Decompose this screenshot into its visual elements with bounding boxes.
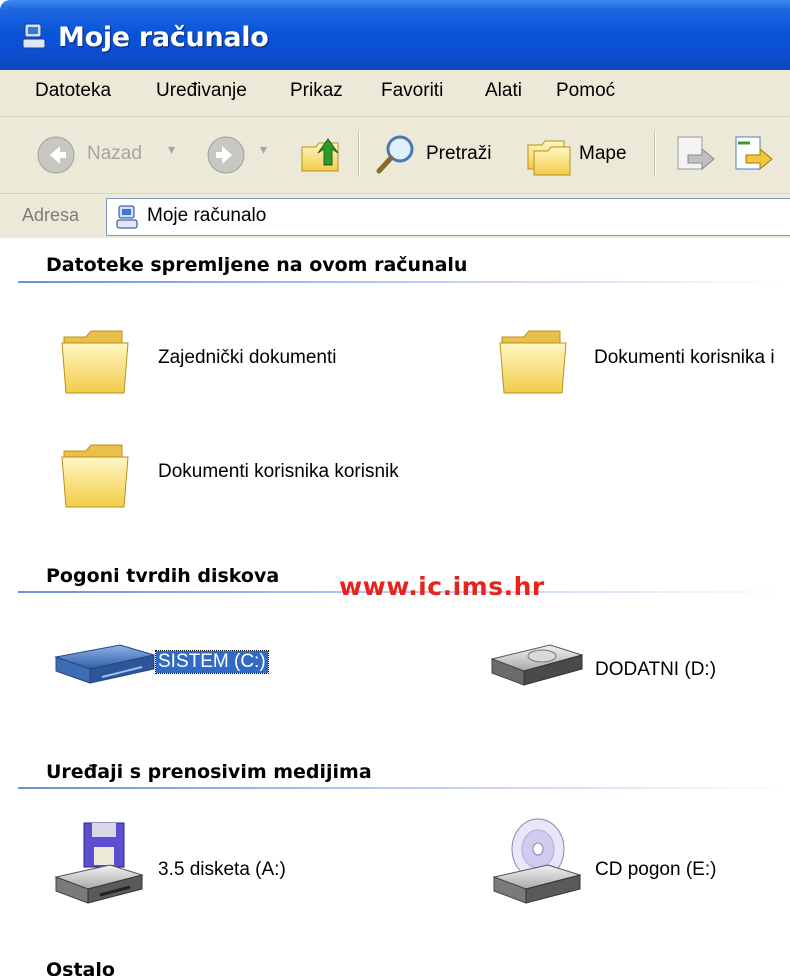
address-bar: Adresa Moje računalo <box>0 194 790 238</box>
group-header-removable: Uređaji s prenosivim medijima <box>46 761 372 783</box>
group-header-hard-drives: Pogoni tvrdih diskova <box>46 565 280 587</box>
menu-edit[interactable]: Uređivanje <box>156 80 247 102</box>
menu-bar: Datoteka Uređivanje Prikaz Favoriti Alat… <box>0 70 790 117</box>
title-bar[interactable]: Moje računalo <box>0 0 790 70</box>
folder-icon[interactable] <box>58 323 134 399</box>
back-arrow-icon[interactable] <box>36 135 76 175</box>
floppy-drive-icon[interactable] <box>50 819 146 909</box>
folder-icon[interactable] <box>496 323 572 399</box>
folder-icon[interactable] <box>58 437 134 513</box>
forward-arrow-icon[interactable] <box>206 135 246 175</box>
toolbar: Nazad ▾ ▾ Pretraži Mape <box>0 117 790 194</box>
menu-view[interactable]: Prikaz <box>290 80 343 102</box>
search-button-label[interactable]: Pretraži <box>426 143 491 165</box>
address-value: Moje računalo <box>147 205 267 226</box>
menu-help[interactable]: Pomoć <box>556 80 615 102</box>
copy-to-icon[interactable] <box>732 133 778 177</box>
window-title: Moje računalo <box>58 22 269 53</box>
folder-user-documents[interactable]: Dokumenti korisnika i <box>594 347 775 369</box>
folder-korisnik-documents[interactable]: Dokumenti korisnika korisnik <box>158 461 399 483</box>
search-icon[interactable] <box>374 131 420 177</box>
drive-cd-e[interactable]: CD pogon (E:) <box>595 859 716 881</box>
move-to-icon[interactable] <box>674 133 716 177</box>
explorer-window: Moje računalo Datoteka Uređivanje Prikaz… <box>0 0 790 976</box>
drive-sistem-c[interactable]: SISTEM (C:) <box>155 650 269 674</box>
toolbar-separator <box>358 131 360 177</box>
group-divider <box>18 281 790 283</box>
cd-drive-icon[interactable] <box>488 815 584 909</box>
watermark-text: www.ic.ims.hr <box>339 572 545 601</box>
hard-drive-icon[interactable] <box>50 637 158 691</box>
group-header-other: Ostalo <box>46 959 115 976</box>
my-computer-icon <box>116 205 138 229</box>
address-label: Adresa <box>22 205 80 225</box>
back-button-label[interactable]: Nazad <box>87 143 142 165</box>
group-header-files: Datoteke spremljene na ovom računalu <box>46 254 468 276</box>
folder-up-icon[interactable] <box>298 131 344 177</box>
content-pane: Datoteke spremljene na ovom računalu Zaj… <box>0 239 790 976</box>
address-input[interactable]: Moje računalo <box>106 198 790 236</box>
drive-floppy-a[interactable]: 3.5 disketa (A:) <box>158 859 286 881</box>
folder-shared-documents[interactable]: Zajednički dokumenti <box>158 347 336 369</box>
forward-dropdown-icon[interactable]: ▾ <box>260 141 267 158</box>
group-divider <box>18 787 790 789</box>
menu-tools[interactable]: Alati <box>485 80 522 102</box>
menu-file[interactable]: Datoteka <box>35 80 111 102</box>
drive-dodatni-d[interactable]: DODATNI (D:) <box>595 659 716 681</box>
folders-button-label[interactable]: Mape <box>579 143 627 165</box>
back-dropdown-icon[interactable]: ▾ <box>168 141 175 158</box>
folders-icon[interactable] <box>526 133 572 177</box>
menu-favorites[interactable]: Favoriti <box>381 80 443 102</box>
my-computer-icon <box>22 23 46 49</box>
toolbar-separator <box>654 131 656 177</box>
hard-drive-icon[interactable] <box>486 635 586 691</box>
